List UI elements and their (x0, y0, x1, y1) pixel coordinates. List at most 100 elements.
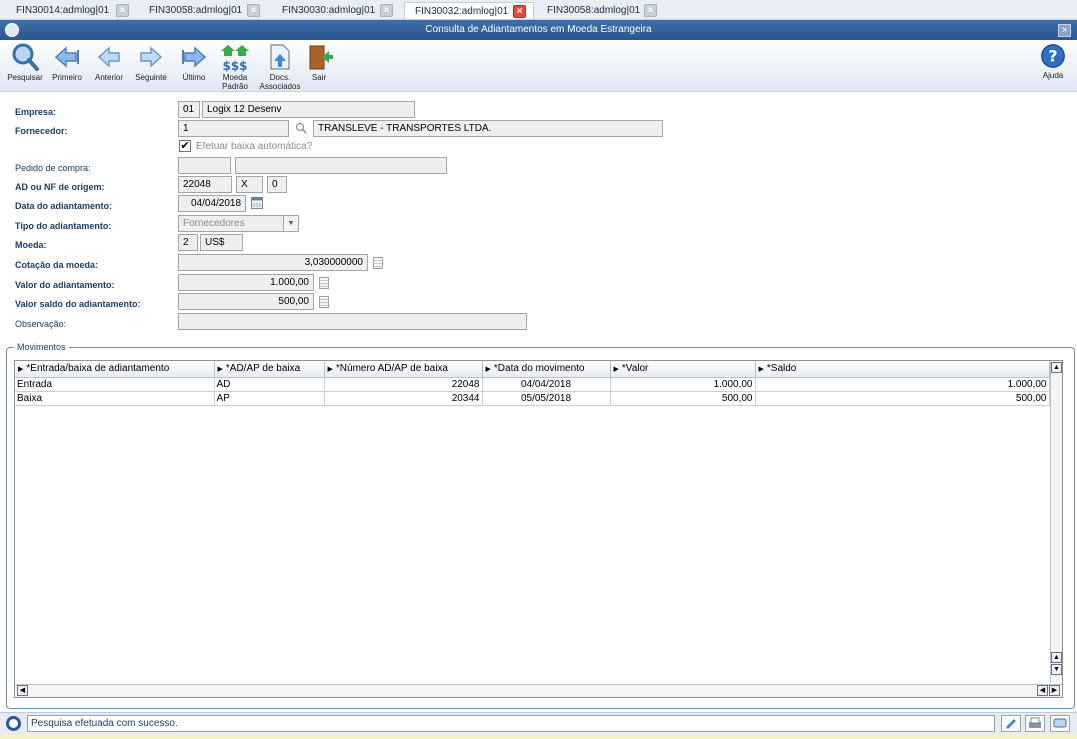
close-tab-icon[interactable]: × (644, 4, 657, 17)
cell-numero: 20344 (324, 391, 483, 406)
sort-arrow-icon: ▶ (613, 366, 619, 374)
default-currency-label-1: Moeda (222, 73, 248, 82)
cell-saldo: 1.000,00 (755, 377, 1050, 392)
col-header-data[interactable]: ▶ *Data do movimento (482, 361, 611, 378)
saldo-adiant-field[interactable]: 500,00 (178, 293, 314, 310)
empresa-label: Empresa: (15, 107, 57, 117)
vertical-scrollbar[interactable]: ▲ ▲ ▼ (1050, 361, 1062, 683)
close-tab-icon[interactable]: × (247, 4, 260, 17)
close-tab-icon[interactable]: × (116, 4, 129, 17)
svg-text:$$$: $$$ (222, 59, 247, 72)
window-titlebar: Consulta de Adiantamentos em Moeda Estra… (0, 20, 1077, 40)
cell-data: 04/04/2018 (482, 377, 611, 392)
col-header-numero[interactable]: ▶ *Número AD/AP de baixa (324, 361, 483, 378)
pedido-desc-field (235, 157, 447, 174)
help-button[interactable]: ? Ajuda (1031, 42, 1075, 80)
tab-fin30014[interactable]: FIN30014:admlog|01 × (6, 2, 135, 19)
moeda-name-field: US$ (200, 234, 243, 251)
col-header-ad-ap[interactable]: ▶ *AD/AP de baixa (214, 361, 325, 378)
empresa-code-field[interactable]: 01 (178, 101, 200, 118)
cell-numero: 22048 (324, 377, 483, 392)
default-currency-button[interactable]: $$$ Moeda Padrão (213, 42, 257, 91)
cotacao-label: Cotação da moeda: (15, 260, 99, 270)
baixa-auto-checkbox[interactable]: ✔ (179, 140, 191, 152)
col-header-entrada-baixa[interactable]: ▶ *Entrada/baixa de adiantamento (15, 361, 215, 378)
table-row[interactable]: Baixa AP 20344 05/05/2018 500,00 500,00 (15, 391, 1050, 406)
tipo-adiant-select[interactable]: Fornecedores ▼ (178, 215, 299, 232)
cotacao-field[interactable]: 3,030000000 (178, 254, 368, 271)
help-label: Ajuda (1042, 71, 1064, 80)
observacao-label: Observação: (15, 319, 67, 329)
calendar-icon[interactable] (251, 197, 263, 209)
docs-label-1: Docs. (269, 73, 291, 82)
search-button[interactable]: Pesquisar (3, 42, 47, 82)
horizontal-scrollbar[interactable]: ◀ ◀ ▶ (15, 684, 1062, 697)
sort-arrow-icon: ▶ (18, 366, 24, 374)
scroll-left-icon[interactable]: ◀ (1037, 685, 1048, 696)
docs-label-2: Associados (259, 82, 301, 91)
close-window-icon[interactable]: × (1058, 24, 1071, 37)
col-header-label: *Entrada/baixa de adiantamento (26, 363, 170, 375)
col-header-valor[interactable]: ▶ *Valor (610, 361, 756, 378)
next-button[interactable]: Seguinte (129, 42, 173, 82)
previous-button[interactable]: Anterior (87, 42, 131, 82)
last-button[interactable]: Último (172, 42, 216, 82)
close-tab-icon[interactable]: × (513, 5, 526, 18)
default-currency-label-2: Padrão (222, 82, 248, 91)
ad-nf-seq-field[interactable]: 0 (267, 176, 287, 193)
left-arrow-icon (97, 46, 120, 68)
tab-fin30058-2[interactable]: FIN30058:admlog|01 × (537, 2, 666, 19)
search-icon (12, 43, 39, 71)
tipo-adiant-value: Fornecedores (183, 218, 245, 229)
col-header-label: *Data do movimento (493, 363, 585, 375)
col-header-label: *AD/AP de baixa (225, 363, 301, 375)
col-header-saldo[interactable]: ▶ *Saldo (755, 361, 1050, 378)
last-arrow-icon (182, 46, 207, 68)
valor-adiant-field[interactable]: 1.000,00 (178, 274, 314, 291)
cell-entrada-baixa: Entrada (15, 377, 215, 392)
data-adiant-field[interactable]: 04/04/2018 (178, 195, 246, 212)
cell-entrada-baixa: Baixa (15, 391, 215, 406)
fornecedor-code-field[interactable]: 1 (178, 120, 289, 137)
calculator-icon[interactable] (373, 257, 383, 269)
moeda-code-field[interactable]: 2 (178, 234, 198, 251)
scroll-up-icon[interactable]: ▲ (1051, 362, 1062, 373)
movimentos-grid: ▶ *Entrada/baixa de adiantamento ▶ *AD/AP … (14, 360, 1063, 698)
tab-label: FIN30014:admlog|01 (16, 5, 110, 16)
tab-label: FIN30058:admlog|01 (149, 5, 243, 16)
zoom-search-icon[interactable] (295, 122, 307, 134)
col-header-label: *Saldo (766, 363, 797, 375)
saldo-adiant-label: Valor saldo do adiantamento: (15, 299, 141, 309)
first-button[interactable]: Primeiro (45, 42, 89, 82)
tab-bar: FIN30014:admlog|01 × FIN30058:admlog|01 … (0, 0, 1077, 20)
ad-nf-type-field[interactable]: X (236, 176, 263, 193)
table-row[interactable]: Entrada AD 22048 04/04/2018 1.000,00 1.0… (15, 377, 1050, 392)
message-icon[interactable] (1050, 715, 1070, 732)
tab-fin30030[interactable]: FIN30030:admlog|01 × (272, 2, 401, 19)
tab-fin30032[interactable]: FIN30032:admlog|01 × (404, 2, 534, 19)
calculator-icon[interactable] (319, 296, 329, 308)
associated-docs-button[interactable]: Docs. Associados (258, 42, 302, 91)
close-tab-icon[interactable]: × (380, 4, 393, 17)
pedido-code-field[interactable] (178, 157, 231, 174)
moeda-label: Moeda: (15, 240, 47, 250)
cell-data: 05/05/2018 (482, 391, 611, 406)
scroll-up-icon[interactable]: ▲ (1051, 652, 1062, 663)
cell-valor: 1.000,00 (610, 377, 756, 392)
chevron-down-icon[interactable]: ▼ (283, 216, 298, 231)
scroll-down-icon[interactable]: ▼ (1051, 664, 1062, 675)
edit-icon[interactable] (1001, 715, 1021, 732)
baixa-auto-label: Efetuar baixa automática? (196, 141, 313, 152)
sort-arrow-icon: ▶ (327, 366, 333, 374)
app-icon (5, 23, 19, 37)
exit-door-icon (309, 45, 333, 70)
calculator-icon[interactable] (319, 277, 329, 289)
ad-nf-label: AD ou NF de origem: (15, 182, 105, 192)
print-icon[interactable] (1025, 715, 1045, 732)
ad-nf-number-field[interactable]: 22048 (178, 176, 232, 193)
tab-fin30058[interactable]: FIN30058:admlog|01 × (139, 2, 268, 19)
scroll-right-icon[interactable]: ▶ (1049, 685, 1060, 696)
exit-button[interactable]: Sair (297, 42, 341, 82)
observacao-field[interactable] (178, 313, 527, 330)
scroll-left-icon[interactable]: ◀ (17, 685, 28, 696)
